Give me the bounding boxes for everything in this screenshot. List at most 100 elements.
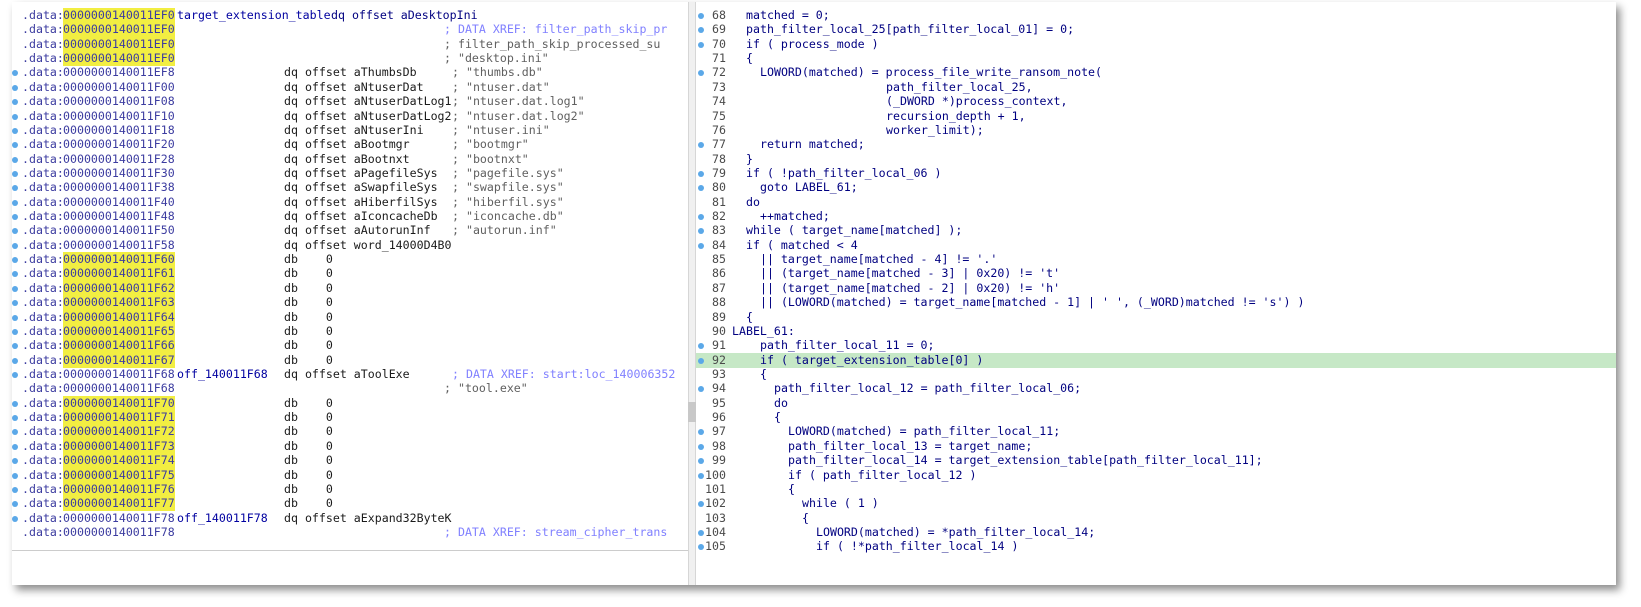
address[interactable]: 0000000140011EF8: [63, 65, 175, 80]
instruction[interactable]: db 0: [284, 324, 333, 339]
code-text[interactable]: if ( !*path_filter_local_14 ): [816, 539, 1018, 554]
address[interactable]: 0000000140011F78: [63, 511, 175, 526]
code-text[interactable]: return matched;: [760, 137, 865, 152]
disassembly-view[interactable]: .data: 0000000140011EF0 target_extension_t…: [12, 2, 688, 585]
address[interactable]: 0000000140011F76: [63, 481, 175, 497]
breakpoint-dot[interactable]: [12, 357, 18, 364]
pseudocode-line[interactable]: 80 goto LABEL_61;: [696, 180, 1616, 195]
address[interactable]: 0000000140011F58: [63, 238, 175, 253]
address[interactable]: 0000000140011F08: [63, 94, 175, 109]
breakpoint-dot[interactable]: [12, 242, 18, 249]
instruction[interactable]: dq offset aDesktopIni: [331, 8, 478, 23]
code-text[interactable]: goto LABEL_61;: [760, 180, 858, 195]
disasm-line[interactable]: .data: 0000000140011F74 db 0: [12, 453, 688, 469]
instruction[interactable]: dq offset aNtuserDat: [284, 80, 424, 95]
disasm-line[interactable]: .data: 0000000140011F70 db 0: [12, 395, 688, 411]
pseudocode-line[interactable]: 104 LOWORD(matched) = *path_filter_local_…: [696, 525, 1616, 540]
instruction[interactable]: dq offset aAutorunInf: [284, 223, 431, 238]
address[interactable]: 0000000140011F68: [63, 367, 175, 382]
disasm-line[interactable]: .data: 0000000140011F40 dq offset aHiberfi…: [12, 195, 688, 210]
scrollbar-thumb[interactable]: [688, 402, 696, 422]
breakpoint-dot[interactable]: [12, 185, 18, 192]
instruction[interactable]: db 0: [284, 252, 333, 267]
code-text[interactable]: {: [760, 367, 767, 382]
disasm-line[interactable]: .data: 0000000140011F65 db 0: [12, 323, 688, 339]
code-text[interactable]: recursion_depth + 1,: [886, 109, 1026, 124]
breakpoint-dot[interactable]: [12, 70, 18, 77]
breakpoint-dot[interactable]: [12, 458, 18, 465]
code-text[interactable]: LOWORD(matched) = process_file_write_ran…: [760, 65, 1102, 80]
disasm-line[interactable]: .data: 0000000140011F08 dq offset aNtuserD…: [12, 94, 688, 109]
pseudocode-line[interactable]: 96 {: [696, 410, 1616, 425]
address[interactable]: 0000000140011F73: [63, 438, 175, 454]
pseudocode-line[interactable]: 89 {: [696, 310, 1616, 325]
pane-splitter[interactable]: [688, 2, 696, 585]
disasm-line[interactable]: .data: 0000000140011F48 dq offset aIconcac…: [12, 209, 688, 224]
disasm-line[interactable]: .data: 0000000140011F58 dq offset word_140…: [12, 238, 688, 253]
instruction[interactable]: dq offset aSwapfileSys: [284, 180, 438, 195]
address[interactable]: 0000000140011F78: [63, 525, 175, 540]
breakpoint-dot[interactable]: [12, 228, 18, 235]
address[interactable]: 0000000140011F10: [63, 109, 175, 124]
disasm-line[interactable]: .data: 0000000140011F67 db 0: [12, 352, 688, 368]
pseudocode-line[interactable]: 90 LABEL_61:: [696, 324, 1616, 339]
address[interactable]: 0000000140011EF0: [63, 8, 175, 23]
breakpoint-dot[interactable]: [12, 343, 18, 350]
breakpoint-dot[interactable]: [12, 257, 18, 264]
instruction[interactable]: db 0: [284, 310, 333, 325]
code-text[interactable]: if ( !path_filter_local_06 ): [746, 166, 941, 181]
pseudocode-line[interactable]: 74 (_DWORD *)process_context,: [696, 94, 1616, 109]
breakpoint-dot[interactable]: [12, 415, 18, 422]
address[interactable]: 0000000140011F63: [63, 295, 175, 311]
disasm-line[interactable]: .data: 0000000140011F68 ; "tool.exe": [12, 381, 688, 396]
code-text[interactable]: {: [774, 410, 781, 425]
address[interactable]: 0000000140011F77: [63, 496, 175, 512]
code-text[interactable]: while ( 1 ): [802, 496, 879, 511]
disasm-line[interactable]: .data: 0000000140011F71 db 0: [12, 410, 688, 426]
address[interactable]: 0000000140011F20: [63, 137, 175, 152]
pseudocode-line[interactable]: 97 LOWORD(matched) = path_filter_local_11…: [696, 424, 1616, 439]
code-text[interactable]: path_filter_local_25,: [886, 80, 1033, 95]
code-text[interactable]: {: [802, 511, 809, 526]
address[interactable]: 0000000140011F70: [63, 395, 175, 411]
address[interactable]: 0000000140011F64: [63, 309, 175, 325]
pseudocode-line[interactable]: 71 {: [696, 51, 1616, 66]
breakpoint-dot[interactable]: [12, 328, 18, 335]
pseudocode-line[interactable]: 82 ++matched;: [696, 209, 1616, 224]
breakpoint-dot[interactable]: [12, 156, 18, 163]
breakpoint-dot[interactable]: [12, 472, 18, 479]
pseudocode-line[interactable]: 69 path_filter_local_25[path_filter_local…: [696, 22, 1616, 37]
address[interactable]: 0000000140011F38: [63, 180, 175, 195]
breakpoint-dot[interactable]: [12, 271, 18, 278]
code-text[interactable]: }: [746, 152, 753, 167]
disasm-line[interactable]: .data: 0000000140011F61 db 0: [12, 266, 688, 282]
code-text[interactable]: || (target_name[matched - 2] | 0x20) != …: [760, 281, 1060, 296]
instruction[interactable]: db 0: [284, 439, 333, 454]
symbol-label[interactable]: off_140011F78: [177, 511, 268, 526]
code-text[interactable]: {: [746, 51, 753, 66]
pseudocode-line[interactable]: 84 if ( matched < 4: [696, 238, 1616, 253]
breakpoint-dot[interactable]: [12, 486, 18, 493]
disasm-line[interactable]: .data: 0000000140011F75 db 0: [12, 467, 688, 483]
pseudocode-line[interactable]: 79 if ( !path_filter_local_06 ): [696, 166, 1616, 181]
disasm-line[interactable]: .data: 0000000140011F62 db 0: [12, 280, 688, 296]
address[interactable]: 0000000140011F67: [63, 352, 175, 368]
code-text[interactable]: path_filter_local_13 = target_name;: [788, 439, 1032, 454]
disasm-line[interactable]: .data: 0000000140011EF0 ; "desktop.ini": [12, 51, 688, 67]
breakpoint-dot[interactable]: [12, 443, 18, 450]
breakpoint-dot[interactable]: [12, 127, 18, 134]
pseudocode-line[interactable]: 87 || (target_name[matched - 2] | 0x20) !…: [696, 281, 1616, 296]
disasm-line[interactable]: .data: 0000000140011F38 dq offset aSwapfil…: [12, 180, 688, 195]
address[interactable]: 0000000140011EF0: [63, 22, 175, 38]
instruction[interactable]: dq offset aHiberfilSys: [284, 195, 438, 210]
pseudocode-line[interactable]: 98 path_filter_local_13 = target_name;: [696, 439, 1616, 454]
pseudocode-line[interactable]: 68 matched = 0;: [696, 8, 1616, 23]
disasm-line[interactable]: .data: 0000000140011F77 db 0: [12, 496, 688, 512]
breakpoint-dot[interactable]: [12, 170, 18, 177]
code-text[interactable]: path_filter_local_11 = 0;: [760, 338, 935, 353]
disasm-line[interactable]: .data: 0000000140011EF0 target_extension_t…: [12, 8, 688, 23]
address[interactable]: 0000000140011F00: [63, 80, 175, 95]
instruction[interactable]: dq offset aPagefileSys: [284, 166, 438, 181]
pseudocode-line[interactable]: 76 worker_limit);: [696, 123, 1616, 138]
address[interactable]: 0000000140011F40: [63, 195, 175, 210]
